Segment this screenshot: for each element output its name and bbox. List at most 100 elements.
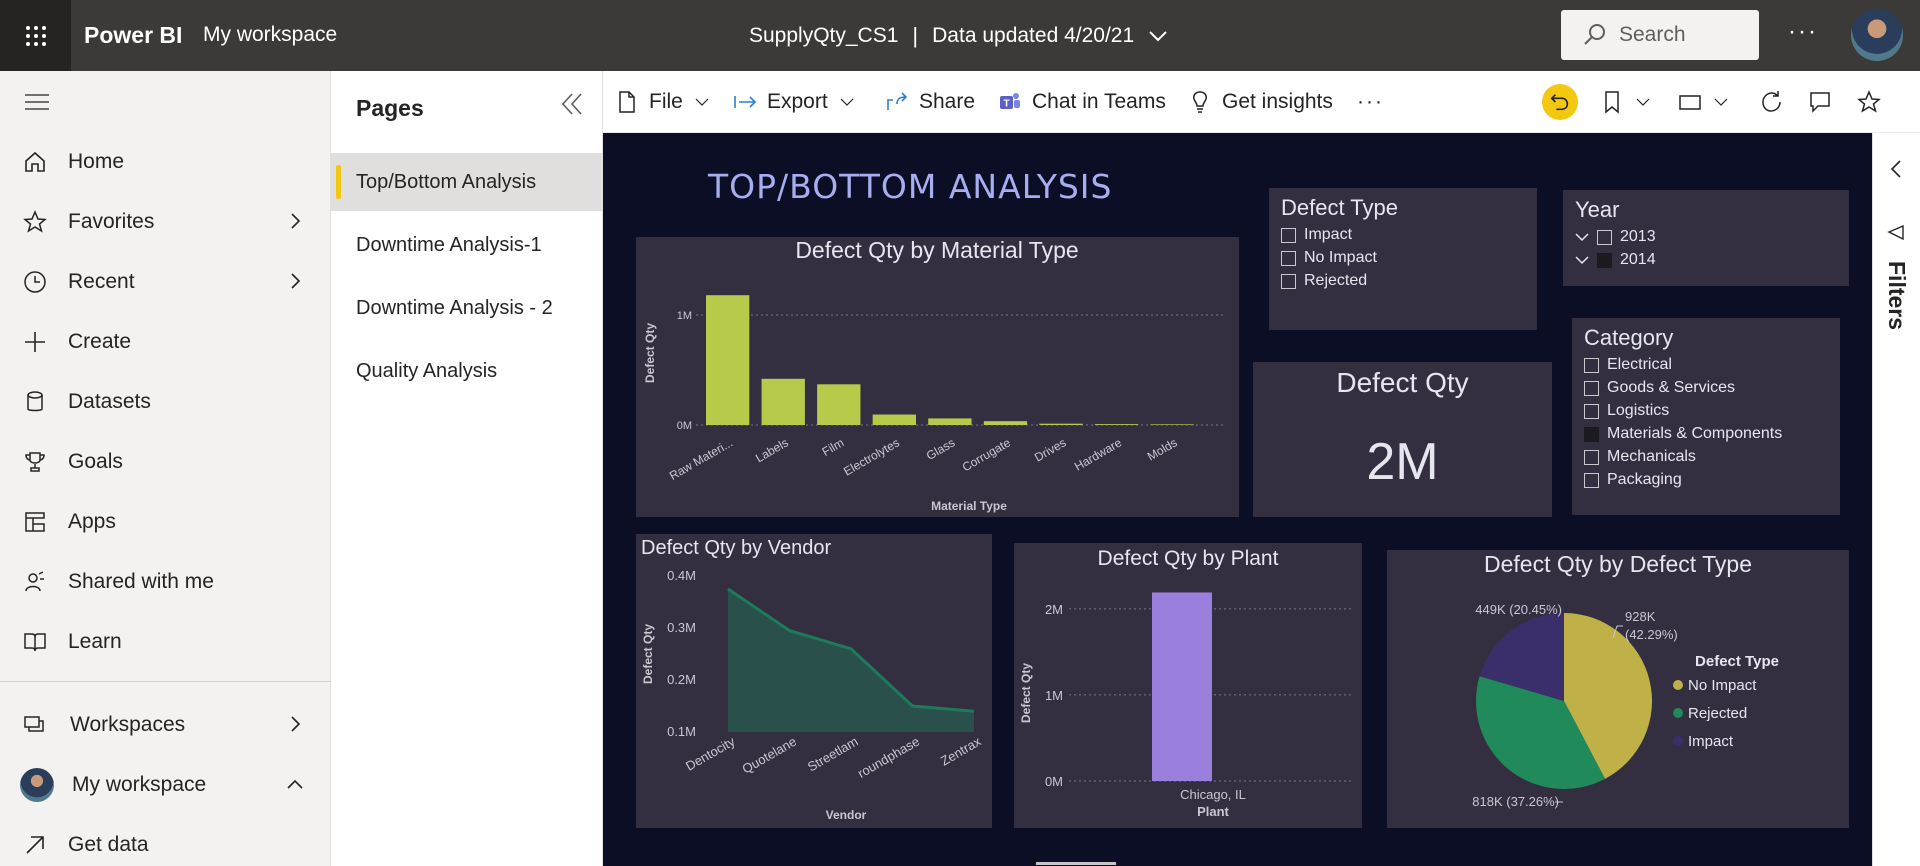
nav-item-home[interactable]: Home	[0, 137, 331, 187]
slicer-option[interactable]: Packaging	[1584, 471, 1682, 489]
user-avatar[interactable]	[1851, 9, 1903, 61]
nav-item-my-workspace[interactable]: My workspace	[0, 760, 331, 810]
slicer-option[interactable]: Rejected	[1281, 272, 1367, 290]
svg-text:T: T	[1004, 99, 1010, 110]
chevron-down-icon	[1714, 98, 1728, 106]
nav-item-shared-with-me[interactable]: Shared with me	[0, 557, 331, 607]
checkbox[interactable]	[1584, 449, 1599, 465]
x-tick-label: Glass	[924, 435, 958, 462]
comments-button[interactable]	[1808, 71, 1832, 133]
chevron-right-icon[interactable]	[285, 211, 305, 231]
bookmark-menu-button[interactable]	[1600, 71, 1652, 133]
filter-funnel-icon[interactable]	[1887, 224, 1905, 242]
share-button[interactable]: Share	[885, 71, 975, 133]
slicer-option[interactable]: 2013	[1575, 228, 1656, 246]
apps-icon	[22, 509, 48, 535]
collapse-double-chevron-icon[interactable]	[559, 91, 585, 117]
checkbox[interactable]	[1281, 273, 1296, 289]
chevron-left-icon[interactable]	[1889, 159, 1903, 179]
view-menu-button[interactable]	[1678, 71, 1730, 133]
filters-label[interactable]: Filters	[1883, 261, 1910, 330]
nav-item-apps[interactable]: Apps	[0, 497, 331, 547]
horizontal-scrollbar[interactable]	[1036, 862, 1116, 865]
file-icon	[619, 91, 635, 113]
chevron-down-icon[interactable]	[1148, 29, 1168, 43]
brand-name[interactable]: Power BI	[84, 22, 182, 49]
checkbox-checked[interactable]	[1584, 426, 1599, 442]
report-canvas: TOP/BOTTOM ANALYSIS Defect Qty by Materi…	[603, 133, 1872, 866]
teams-icon: T	[1000, 93, 1020, 110]
slicer-option[interactable]: Goods & Services	[1584, 379, 1735, 397]
page-tab-downtime-analysis-2[interactable]: Downtime Analysis - 2	[331, 279, 603, 337]
x-tick-label: Hardware	[1072, 435, 1124, 473]
defect-qty-card[interactable]: Defect Qty 2M	[1253, 362, 1552, 517]
hamburger-menu-icon[interactable]	[24, 91, 50, 113]
nav-item-recent[interactable]: Recent	[0, 257, 331, 307]
nav-item-workspaces[interactable]: Workspaces	[0, 700, 331, 750]
chevron-down-icon	[695, 98, 709, 106]
checkbox[interactable]	[1281, 227, 1296, 243]
bar	[928, 418, 972, 425]
reset-button[interactable]	[1542, 84, 1578, 120]
slicer-option[interactable]: Mechanicals	[1584, 448, 1696, 466]
nav-item-favorites[interactable]: Favorites	[0, 197, 331, 247]
toolbar-more-button[interactable]: ···	[1357, 71, 1384, 133]
defect-type-pie-chart[interactable]: Defect Qty by Defect Type 928K (42.29%) 818…	[1387, 550, 1849, 828]
slicer-option[interactable]: 2014	[1575, 251, 1656, 269]
y-tick-label: 0.4M	[667, 568, 696, 583]
favorite-button[interactable]	[1857, 71, 1881, 133]
app-launcher-button[interactable]	[0, 0, 71, 71]
nav-label: Get data	[68, 833, 149, 856]
legend-label: No Impact	[1688, 677, 1757, 694]
chevron-down-icon[interactable]	[1575, 255, 1589, 265]
slicer-option[interactable]: Logistics	[1584, 402, 1669, 420]
page-tab-downtime-analysis-1[interactable]: Downtime Analysis-1	[331, 216, 603, 274]
export-menu-button[interactable]: Export	[733, 71, 856, 133]
workspace-link[interactable]: My workspace	[203, 23, 337, 47]
checkbox[interactable]	[1584, 403, 1599, 419]
get-insights-button[interactable]: Get insights	[1188, 71, 1333, 133]
nav-item-datasets[interactable]: Datasets	[0, 377, 331, 427]
report-title-area[interactable]: SupplyQty_CS1 | Data updated 4/20/21	[749, 23, 1168, 49]
more-options-button[interactable]: ···	[1788, 18, 1818, 46]
avatar	[20, 768, 54, 802]
chevron-down-icon[interactable]	[1575, 232, 1589, 242]
undo-icon	[1550, 94, 1569, 111]
chevron-right-icon[interactable]	[285, 271, 305, 291]
nav-item-goals[interactable]: Goals	[0, 437, 331, 487]
slicer-option[interactable]: Electrical	[1584, 356, 1672, 374]
search-box[interactable]: Search	[1561, 10, 1759, 60]
year-slicer[interactable]: Year 2013 2014	[1563, 190, 1849, 286]
y-axis-label: Defect Qty	[1019, 663, 1033, 723]
checkbox[interactable]	[1281, 250, 1296, 266]
chat-in-teams-button[interactable]: T Chat in Teams	[998, 71, 1166, 133]
category-slicer[interactable]: Category Electrical Goods & Services Log…	[1572, 318, 1840, 515]
nav-item-create[interactable]: Create	[0, 317, 331, 367]
checkbox[interactable]	[1584, 380, 1599, 396]
chevron-up-icon[interactable]	[285, 774, 305, 794]
vendor-chart[interactable]: Defect Qty by Vendor 0.1M 0.2M 0.3M 0.4M Defe…	[636, 534, 992, 828]
nav-label: Recent	[68, 270, 135, 293]
nav-item-get-data[interactable]: Get data	[0, 820, 331, 866]
page-tab-top-bottom-analysis[interactable]: Top/Bottom Analysis	[331, 153, 603, 211]
material-type-chart[interactable]: Defect Qty by Material Type 0M 1M Defect Qt…	[636, 237, 1239, 517]
refresh-button[interactable]	[1760, 71, 1784, 133]
y-tick-label: 2M	[1045, 602, 1063, 617]
page-tab-quality-analysis[interactable]: Quality Analysis	[331, 342, 603, 400]
nav-item-learn[interactable]: Learn	[0, 617, 331, 667]
checkbox-checked[interactable]	[1597, 252, 1612, 268]
x-tick-label: Dentocity	[683, 733, 738, 773]
plus-icon	[22, 329, 48, 355]
slicer-option[interactable]: Materials & Components	[1584, 425, 1782, 443]
title-separator: |	[912, 23, 919, 48]
file-menu-button[interactable]: File	[615, 71, 711, 133]
checkbox[interactable]	[1584, 357, 1599, 373]
slicer-option[interactable]: Impact	[1281, 226, 1352, 244]
checkbox[interactable]	[1584, 472, 1599, 488]
chevron-right-icon[interactable]	[285, 714, 305, 734]
plant-chart[interactable]: Defect Qty by Plant 0M 1M 2M Defect Qty Chica…	[1014, 543, 1362, 828]
slicer-option[interactable]: No Impact	[1281, 249, 1377, 267]
defect-type-slicer[interactable]: Defect Type Impact No Impact Rejected	[1269, 188, 1537, 330]
checkbox[interactable]	[1597, 229, 1612, 245]
power-bi-app: Power BI My workspace SupplyQty_CS1 | Da…	[0, 0, 1920, 866]
